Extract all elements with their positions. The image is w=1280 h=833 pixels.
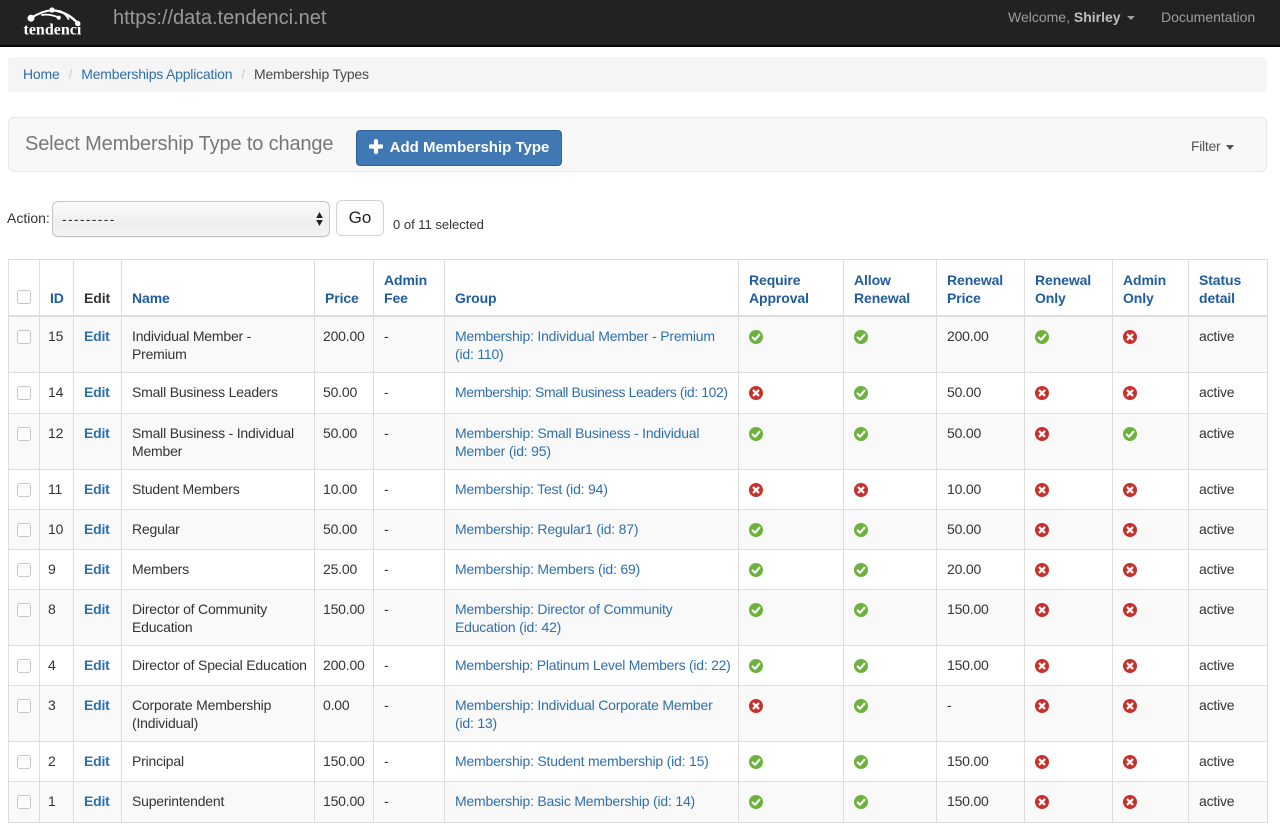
- svg-text:tendenci: tendenci: [24, 22, 82, 39]
